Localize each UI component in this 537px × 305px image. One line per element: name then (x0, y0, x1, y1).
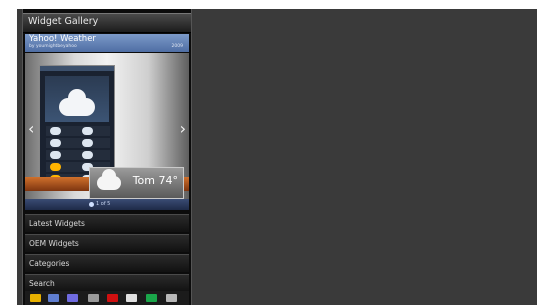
desktop-weather-widget[interactable]: Tom 74° (89, 167, 184, 199)
menu-item-oem-widgets[interactable]: OEM Widgets (25, 234, 189, 252)
record-icon[interactable] (107, 294, 118, 302)
current-weather-panel (45, 76, 109, 122)
cloud-icon (59, 89, 95, 116)
menu-item-label: Latest Widgets (29, 219, 85, 228)
cloud-icon (50, 127, 61, 135)
green-icon[interactable] (146, 294, 157, 302)
featured-widget-author: by youmightbeyahoo (29, 44, 77, 49)
carousel-next-arrow-icon[interactable]: › (180, 119, 186, 138)
cloud-icon (82, 127, 93, 135)
menu-item-label: Search (29, 279, 55, 288)
floating-widget-temperature: Tom 74° (132, 174, 178, 187)
menu-item-latest-widgets[interactable]: Latest Widgets (25, 214, 189, 232)
cloud-icon (50, 151, 61, 159)
cloud-icon (50, 139, 61, 147)
widget-preview-carousel[interactable]: ‹ › Tom 74° (25, 53, 189, 199)
menu-item-label: Categories (29, 259, 70, 268)
page-indicator[interactable]: 1 of 5 (25, 199, 189, 210)
featured-widget-name: Yahoo! Weather (29, 34, 96, 44)
cloud-icon (82, 151, 93, 159)
featured-widget-header[interactable]: Yahoo! Weather by youmightbeyahoo 2009 (25, 34, 189, 52)
featured-widget-date: 2009 (171, 44, 183, 49)
forecast-row (46, 126, 110, 136)
phone-screen: Widget Gallery Yahoo! Weather by youmigh… (22, 9, 192, 305)
menu-item-search[interactable]: Search (25, 274, 189, 292)
plus-icon[interactable] (126, 294, 137, 302)
menu-item-categories[interactable]: Categories (25, 254, 189, 272)
folder-icon[interactable] (30, 294, 41, 302)
weather-widget-screenshot[interactable] (39, 65, 115, 184)
app-title: Widget Gallery (28, 16, 99, 27)
forecast-row (46, 138, 110, 148)
title-bar: Widget Gallery (23, 13, 191, 33)
carousel-prev-arrow-icon[interactable]: ‹ (28, 119, 34, 138)
sun-icon (50, 163, 61, 171)
album-icon[interactable] (48, 294, 59, 302)
photo-icon[interactable] (67, 294, 78, 302)
menu-item-label: OEM Widgets (29, 239, 79, 248)
cloud-icon (82, 139, 93, 147)
page-indicator-label: 1 of 5 (96, 201, 111, 207)
page-dot-icon (89, 202, 94, 207)
grey-icon[interactable] (166, 294, 177, 302)
bottom-toolbar (25, 291, 189, 305)
back-icon[interactable] (88, 294, 99, 302)
forecast-row (46, 150, 110, 160)
widget-status-strip (40, 66, 114, 71)
cloud-icon (97, 169, 121, 190)
